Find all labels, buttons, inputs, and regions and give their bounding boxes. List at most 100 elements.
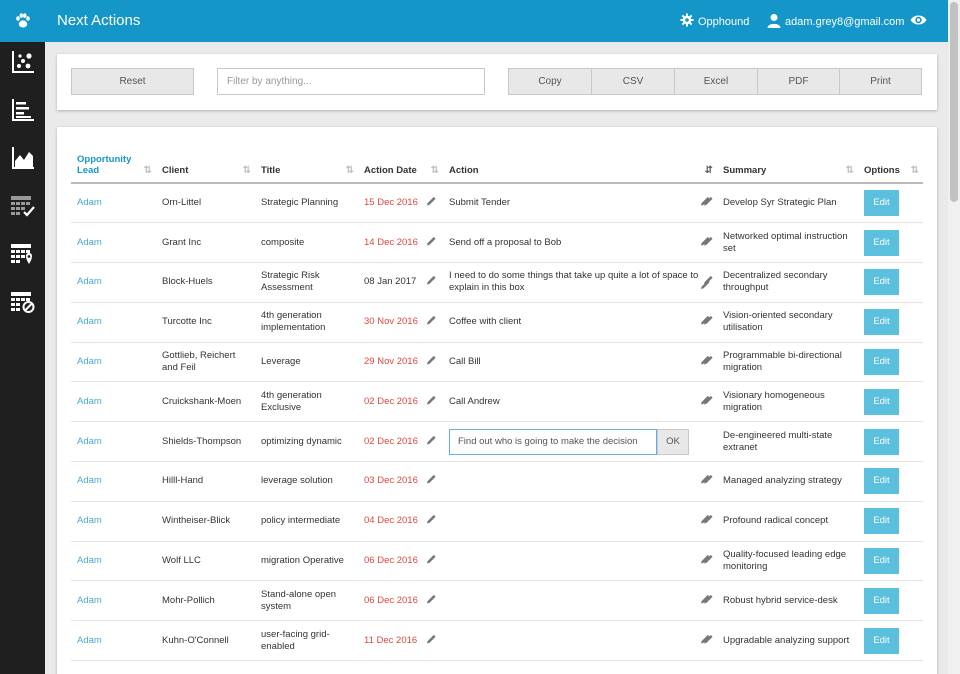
pencil-icon[interactable] <box>703 235 714 250</box>
pencil-icon[interactable] <box>426 235 437 250</box>
eye-icon[interactable] <box>910 13 927 32</box>
sidebar-item-calendar-block[interactable] <box>0 284 45 324</box>
paw-logo-icon[interactable] <box>0 0 45 42</box>
lead-link[interactable]: Adam <box>77 555 102 566</box>
pencil-icon[interactable] <box>426 315 437 330</box>
sidebar-item-list[interactable] <box>0 92 45 132</box>
action-date-cell[interactable]: 14 Dec 2016 <box>358 222 443 264</box>
pencil-icon[interactable] <box>426 514 437 529</box>
action-date-cell[interactable]: 02 Dec 2016 <box>358 381 443 423</box>
pencil-icon[interactable] <box>426 554 437 569</box>
lead-cell[interactable]: Adam <box>71 381 156 423</box>
pencil-icon[interactable] <box>426 633 437 648</box>
col-header-summary[interactable]: Summary ⇅ <box>717 149 858 184</box>
edit-button[interactable]: Edit <box>864 229 899 256</box>
action-date-cell[interactable]: 06 Dec 2016 <box>358 541 443 582</box>
lead-cell[interactable]: Adam <box>71 541 156 582</box>
lead-cell[interactable]: Adam <box>71 262 156 303</box>
action-date-cell[interactable]: 08 Jan 2017 <box>358 262 443 303</box>
action-date-cell[interactable]: 03 Dec 2016 <box>358 461 443 502</box>
sidebar-item-calendar-pin[interactable] <box>0 236 45 276</box>
sidebar-item-scatter[interactable] <box>0 44 45 84</box>
action-cell[interactable] <box>443 620 717 662</box>
lead-cell[interactable]: Adam <box>71 461 156 502</box>
pencil-icon[interactable] <box>426 355 437 370</box>
lead-cell[interactable]: Adam <box>71 620 156 662</box>
action-date-cell[interactable]: 06 Dec 2016 <box>358 580 443 622</box>
action-cell[interactable]: Submit Tender <box>443 183 717 224</box>
action-cell[interactable]: Coffee with client <box>443 302 717 343</box>
action-cell[interactable]: I need to do some things that take up qu… <box>443 262 717 303</box>
pencil-icon[interactable] <box>703 315 714 330</box>
pencil-icon[interactable] <box>703 474 714 489</box>
pencil-icon[interactable] <box>426 394 437 409</box>
edit-button[interactable]: Edit <box>864 627 899 654</box>
action-date-cell[interactable]: 15 Dec 2016 <box>358 183 443 224</box>
excel-button[interactable]: Excel <box>674 68 758 95</box>
lead-link[interactable]: Adam <box>77 197 102 208</box>
edit-button[interactable]: Edit <box>864 587 899 614</box>
org-menu[interactable]: Opphound <box>680 13 749 30</box>
edit-button[interactable]: Edit <box>864 388 899 415</box>
col-header-options[interactable]: Options ⇅ <box>858 149 923 184</box>
action-date-cell[interactable]: 04 Dec 2016 <box>358 501 443 542</box>
pencil-icon[interactable] <box>426 434 437 449</box>
lead-cell[interactable]: Adam <box>71 183 156 224</box>
edit-button[interactable]: Edit <box>864 468 899 495</box>
ok-button[interactable]: OK <box>657 428 689 455</box>
pencil-icon[interactable] <box>703 275 714 290</box>
col-header-lead[interactable]: Opportunity Lead ⇅ <box>71 149 156 184</box>
col-header-client[interactable]: Client ⇅ <box>156 149 255 184</box>
edit-button[interactable]: Edit <box>864 428 899 455</box>
lead-link[interactable]: Adam <box>77 396 102 407</box>
pencil-icon[interactable] <box>703 593 714 608</box>
pencil-icon[interactable] <box>703 514 714 529</box>
pencil-icon[interactable] <box>426 196 437 211</box>
lead-link[interactable]: Adam <box>77 436 102 447</box>
lead-cell[interactable]: Adam <box>71 342 156 383</box>
edit-button[interactable]: Edit <box>864 349 899 376</box>
print-button[interactable]: Print <box>839 68 922 95</box>
lead-cell[interactable]: Adam <box>71 421 156 463</box>
pencil-icon[interactable] <box>703 355 714 370</box>
sidebar-item-area[interactable] <box>0 140 45 180</box>
lead-link[interactable]: Adam <box>77 595 102 606</box>
action-edit-input[interactable]: Find out who is going to make the decisi… <box>449 428 657 455</box>
csv-button[interactable]: CSV <box>591 68 675 95</box>
action-cell[interactable]: Call Bill <box>443 342 717 383</box>
edit-button[interactable]: Edit <box>864 309 899 336</box>
copy-button[interactable]: Copy <box>508 68 592 95</box>
pencil-icon[interactable] <box>426 593 437 608</box>
lead-cell[interactable]: Adam <box>71 501 156 542</box>
pencil-icon[interactable] <box>703 554 714 569</box>
pencil-icon[interactable] <box>426 474 437 489</box>
edit-button[interactable]: Edit <box>864 190 899 217</box>
lead-cell[interactable]: Adam <box>71 222 156 264</box>
action-cell[interactable] <box>443 501 717 542</box>
action-date-cell[interactable]: 02 Dec 2016 <box>358 421 443 463</box>
pencil-icon[interactable] <box>426 275 437 290</box>
lead-link[interactable]: Adam <box>77 276 102 287</box>
edit-button[interactable]: Edit <box>864 508 899 535</box>
pencil-icon[interactable] <box>703 196 714 211</box>
action-cell[interactable] <box>443 580 717 622</box>
col-header-action-date[interactable]: Action Date ⇅ <box>358 149 443 184</box>
lead-link[interactable]: Adam <box>77 475 102 486</box>
pencil-icon[interactable] <box>703 394 714 409</box>
filter-input[interactable]: Filter by anything... <box>217 68 485 95</box>
lead-link[interactable]: Adam <box>77 356 102 367</box>
action-cell[interactable] <box>443 541 717 582</box>
reset-button[interactable]: Reset <box>71 68 194 95</box>
edit-button[interactable]: Edit <box>864 548 899 575</box>
action-cell[interactable] <box>443 461 717 502</box>
lead-cell[interactable]: Adam <box>71 302 156 343</box>
lead-link[interactable]: Adam <box>77 316 102 327</box>
page-scrollbar[interactable] <box>948 0 960 674</box>
action-cell[interactable]: Call Andrew <box>443 381 717 423</box>
edit-button[interactable]: Edit <box>864 269 899 296</box>
sidebar-item-calendar-check[interactable] <box>0 188 45 228</box>
lead-link[interactable]: Adam <box>77 515 102 526</box>
action-date-cell[interactable]: 30 Nov 2016 <box>358 302 443 343</box>
lead-link[interactable]: Adam <box>77 237 102 248</box>
action-date-cell[interactable]: 29 Nov 2016 <box>358 342 443 383</box>
